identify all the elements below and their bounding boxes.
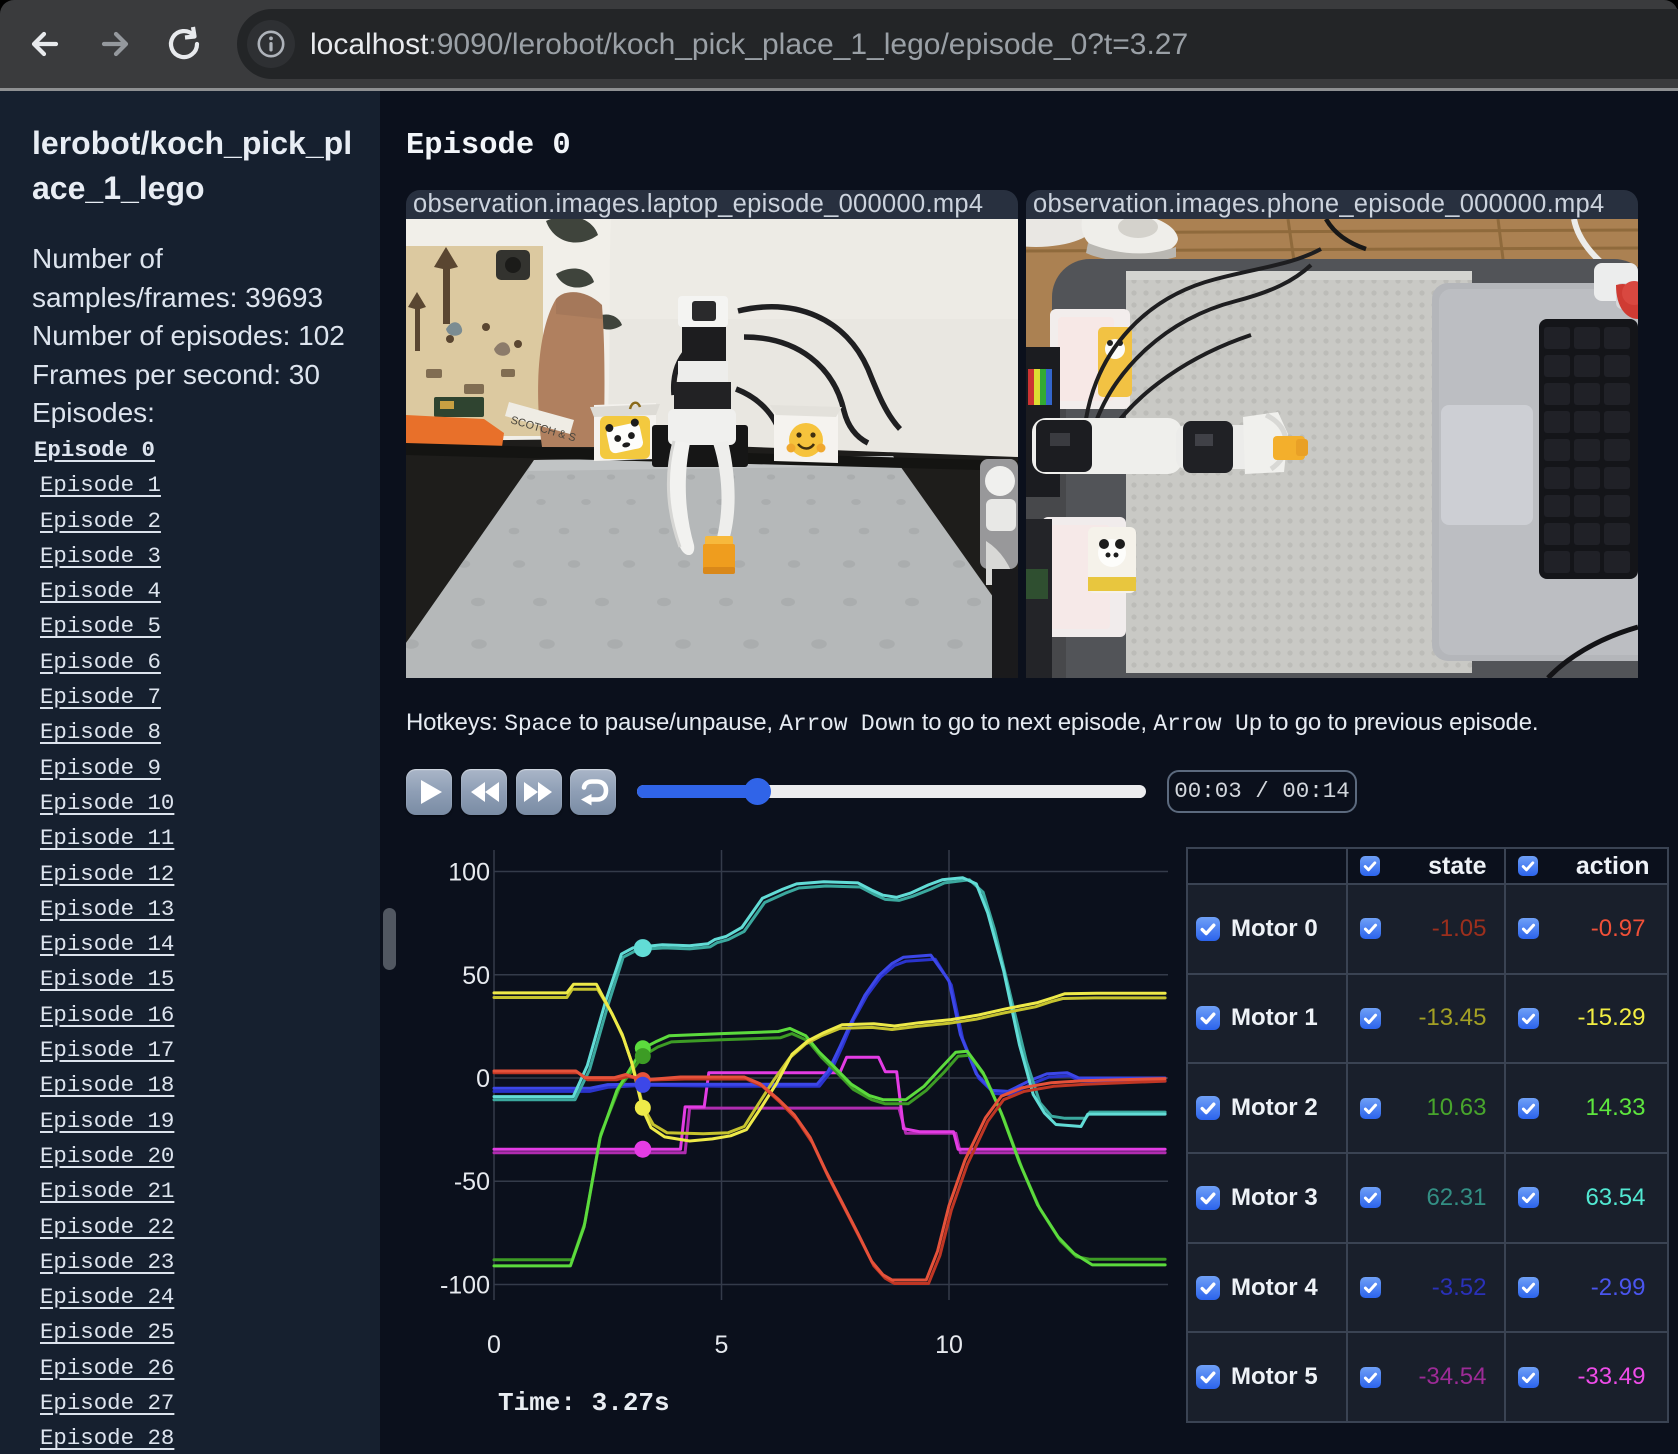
svg-text:Time: 3.27s: Time: 3.27s [498,1388,670,1418]
svg-text:5: 5 [715,1331,729,1359]
svg-text:100: 100 [448,859,490,887]
svg-text:0: 0 [476,1065,490,1093]
svg-text:0: 0 [487,1331,501,1359]
svg-text:-50: -50 [454,1169,490,1197]
svg-text:-100: -100 [440,1272,490,1300]
svg-text:50: 50 [462,962,490,990]
svg-text:10: 10 [935,1331,963,1359]
